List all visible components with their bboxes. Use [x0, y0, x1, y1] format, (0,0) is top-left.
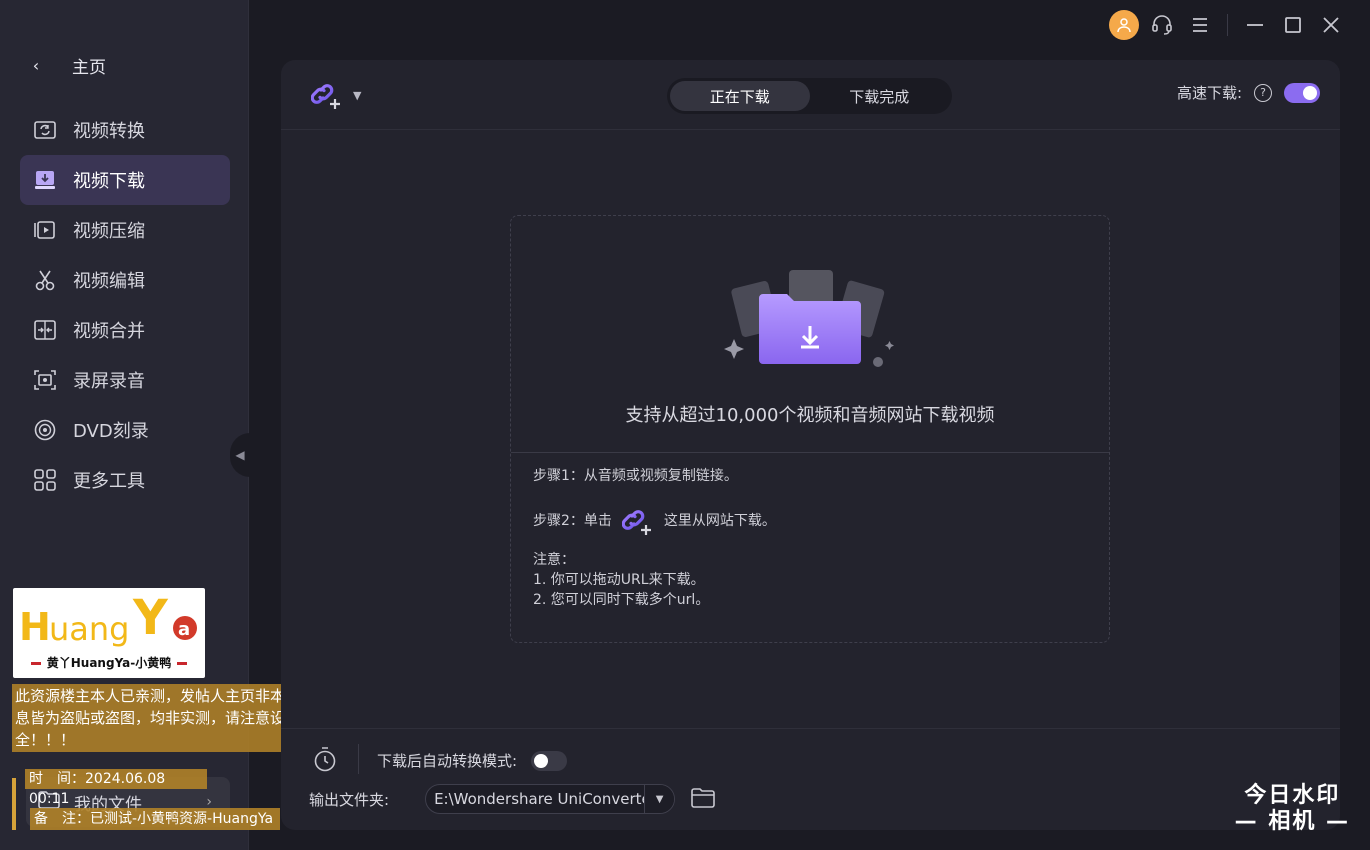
tab-finished[interactable]: 下载完成	[810, 81, 950, 111]
sidebar-item-video-compress[interactable]: 视频压缩	[20, 205, 230, 255]
panel-header: ▼ 正在下载 下载完成 高速下载: ?	[281, 60, 1340, 130]
step-2-suffix: 这里从网站下载。	[663, 513, 776, 529]
support-button[interactable]	[1143, 10, 1181, 40]
toggle-knob	[1303, 85, 1317, 100]
sidebar-item-video-merge[interactable]: 视频合并	[20, 305, 230, 355]
svg-text:a: a	[178, 619, 190, 640]
close-icon	[1323, 17, 1339, 33]
sidebar-item-dvd-burn[interactable]: DVD刻录	[20, 405, 230, 455]
output-folder-row: 输出文件夹: E:\Wondershare UniConverter ▼	[309, 784, 676, 814]
watermark-note: 备 注：已测试-小黄鸭资源-HuangYa	[30, 808, 280, 830]
high-speed-toggle[interactable]	[1284, 82, 1320, 103]
bottom-divider	[281, 728, 1340, 729]
scissors-icon	[33, 268, 57, 292]
tab-downloading[interactable]: 正在下载	[670, 81, 810, 111]
sidebar-item-label: 更多工具	[73, 471, 145, 492]
note-2: 2. 您可以同时下载多个url。	[533, 592, 710, 608]
window-titlebar	[1109, 10, 1350, 40]
auto-convert-label: 下载后自动转换模式:	[377, 752, 518, 770]
note-title: 注意：	[533, 552, 575, 568]
svg-text:Y: Y	[132, 590, 169, 646]
toggle-knob	[534, 753, 549, 768]
drop-zone-title: 支持从超过10,000个视频和音频网站下载视频	[625, 405, 995, 426]
step-2-row: 步骤2：单击 这里从网站下载。	[533, 506, 776, 536]
sidebar-item-screen-record[interactable]: 录屏录音	[20, 355, 230, 405]
step-2-prefix: 步骤2：单击	[533, 513, 612, 529]
headset-icon	[1152, 15, 1172, 35]
step-1-text: 步骤1：从音频或视频复制链接。	[533, 468, 738, 484]
chevron-down-icon: ▼	[353, 88, 362, 102]
bottom-vertical-divider	[358, 744, 359, 774]
sidebar-item-label: DVD刻录	[73, 421, 149, 442]
svg-text:uang: uang	[49, 610, 129, 648]
camera-watermark-line1: 今日水印	[1244, 783, 1341, 808]
screen-record-icon	[33, 368, 57, 392]
drop-zone-steps: 步骤1：从音频或视频复制链接。 步骤2：单击 这里从网站下载。 注意： 1. 你…	[533, 466, 776, 610]
output-folder-label: 输出文件夹:	[309, 790, 390, 809]
minimize-button[interactable]	[1236, 10, 1274, 40]
sidebar-item-video-download[interactable]: 视频下载	[20, 155, 230, 205]
notes-block: 注意： 1. 你可以拖动URL来下载。 2. 您可以同时下载多个url。	[533, 550, 776, 610]
note-1: 1. 你可以拖动URL来下载。	[533, 572, 705, 588]
user-icon	[1117, 18, 1131, 33]
auto-convert-toggle[interactable]	[531, 750, 568, 771]
sidebar-item-more-tools[interactable]: 更多工具	[20, 455, 230, 505]
minimize-icon	[1247, 24, 1263, 26]
huangya-logo-icon: H uang Y a	[19, 590, 197, 649]
svg-text:H: H	[19, 605, 51, 649]
video-download-icon	[33, 168, 57, 192]
titlebar-divider	[1227, 14, 1228, 36]
output-folder-path: E:\Wondershare UniConverter	[434, 790, 657, 808]
sidebar-item-video-edit[interactable]: 视频编辑	[20, 255, 230, 305]
video-compress-icon	[33, 218, 57, 242]
sidebar-item-label: 视频转换	[73, 121, 145, 142]
drop-zone-divider	[511, 452, 1109, 453]
sidebar-item-label: 视频合并	[73, 321, 145, 342]
chevron-down-icon[interactable]: ▼	[644, 785, 675, 813]
high-speed-label: 高速下载:	[1176, 84, 1242, 102]
more-tools-icon	[33, 468, 57, 492]
url-drop-zone[interactable]: 支持从超过10,000个视频和音频网站下载视频 步骤1：从音频或视频复制链接。 …	[510, 215, 1110, 643]
sidebar-item-video-convert[interactable]: 视频转换	[20, 105, 230, 155]
watermark-accent-bar	[12, 778, 16, 830]
maximize-icon	[1285, 17, 1301, 33]
download-folder-illustration	[724, 270, 894, 367]
sidebar-item-label: 录屏录音	[73, 371, 145, 392]
sidebar-item-label: 视频编辑	[73, 271, 145, 292]
output-folder-select[interactable]: E:\Wondershare UniConverter ▼	[425, 784, 676, 814]
high-speed-download: 高速下载: ?	[1177, 82, 1320, 103]
watermark-logo: H uang Y a 黄丫HuangYa-小黄鸭	[13, 588, 205, 678]
merge-icon	[33, 318, 57, 342]
watermark-logo-sub: 黄丫HuangYa-小黄鸭	[13, 654, 205, 671]
video-convert-icon	[33, 118, 57, 142]
user-avatar[interactable]	[1109, 10, 1139, 40]
folder-icon	[691, 788, 715, 808]
chevron-left-icon: ‹	[32, 55, 40, 75]
schedule-button[interactable]	[313, 746, 337, 776]
camera-watermark-line2: — 相机 —	[1234, 809, 1350, 834]
download-panel: ▼ 正在下载 下载完成 高速下载: ? 支持从超过10,000个视频和音频网站下…	[281, 60, 1340, 830]
add-link-icon[interactable]	[621, 506, 654, 536]
help-icon[interactable]: ?	[1254, 83, 1272, 102]
dvd-burn-icon	[33, 418, 57, 442]
sidebar-nav: 视频转换 视频下载 视频压缩 视频编辑 视频合并 录屏录音 DVD刻录 更多工具	[20, 105, 230, 505]
home-label: 主页	[72, 57, 106, 78]
watermark-notice: 此资源楼主本人已亲测，发帖人主页非本人信息皆为盗贴或盗图，均非实测，请注意设备安…	[12, 684, 324, 752]
sidebar-item-label: 视频压缩	[73, 221, 145, 242]
menu-icon	[1193, 18, 1207, 32]
watermark-time: 时 间：2024.06.08 00:11	[25, 769, 207, 807]
sidebar-item-label: 视频下载	[73, 171, 145, 192]
menu-button[interactable]	[1181, 10, 1219, 40]
home-back-button[interactable]: ‹ 主页	[24, 50, 106, 80]
open-folder-button[interactable]	[691, 788, 715, 812]
timer-icon	[314, 747, 336, 772]
auto-convert-row: 下载后自动转换模式:	[377, 750, 568, 771]
close-button[interactable]	[1312, 10, 1350, 40]
maximize-button[interactable]	[1274, 10, 1312, 40]
download-tabs: 正在下载 下载完成	[667, 78, 952, 114]
chevron-left-icon: ◀	[235, 448, 245, 462]
camera-watermark: 今日水印 — 相机 —	[1235, 783, 1350, 835]
add-url-button[interactable]: ▼	[311, 80, 361, 110]
add-link-icon	[311, 84, 340, 109]
